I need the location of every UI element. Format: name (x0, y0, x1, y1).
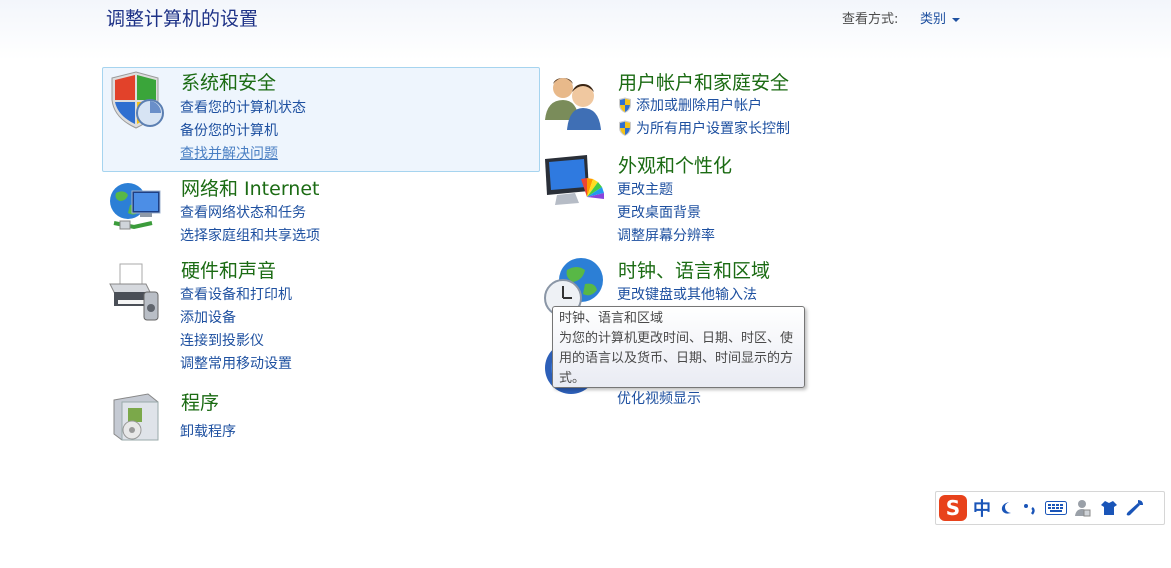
sogou-logo-icon[interactable]: S (936, 492, 970, 524)
category-title-network[interactable]: 网络和 Internet (181, 174, 319, 201)
link-optimize-visual-display[interactable]: 优化视频显示 (617, 388, 701, 408)
wrench-icon[interactable] (1122, 499, 1148, 517)
printer-icon (109, 263, 159, 321)
shield-icon (111, 71, 164, 129)
category-title-programs[interactable]: 程序 (181, 388, 219, 415)
link-parental-controls[interactable]: 为所有用户设置家长控制 (617, 118, 790, 138)
category-title-hardware[interactable]: 硬件和声音 (181, 256, 276, 283)
link-troubleshoot[interactable]: 查找并解决问题 (180, 143, 278, 163)
category-system-security[interactable] (102, 67, 540, 172)
view-by-dropdown[interactable]: 类别 (920, 8, 961, 27)
tooltip-title: 时钟、语言和区域 (559, 311, 664, 326)
link-view-computer-status[interactable]: 查看您的计算机状态 (180, 97, 306, 117)
link-change-keyboard-input[interactable]: 更改键盘或其他输入法 (617, 284, 757, 304)
tooltip-body: 为您的计算机更改时间、日期、时区、使用的语言以及货币、日期、时间显示的方式。 (559, 331, 794, 386)
ime-toolbar[interactable]: S 中 (935, 491, 1165, 525)
category-title-user-accounts[interactable]: 用户帐户和家庭安全 (618, 68, 789, 95)
uac-shield-icon (619, 120, 631, 136)
link-devices-printers[interactable]: 查看设备和打印机 (180, 284, 292, 304)
link-backup-computer[interactable]: 备份您的计算机 (180, 120, 278, 140)
uac-shield-icon (619, 97, 631, 113)
link-change-theme[interactable]: 更改主题 (617, 179, 673, 199)
view-by-value: 类别 (920, 12, 947, 27)
category-title-system-security[interactable]: 系统和安全 (181, 68, 276, 95)
link-adjust-resolution[interactable]: 调整屏幕分辨率 (617, 225, 715, 245)
page-title: 调整计算机的设置 (106, 8, 259, 30)
link-uninstall-program[interactable]: 卸载程序 (180, 421, 236, 441)
link-homegroup-sharing[interactable]: 选择家庭组和共享选项 (180, 225, 320, 245)
network-globe-icon (110, 183, 161, 230)
tooltip: 时钟、语言和区域 为您的计算机更改时间、日期、时区、使用的语言以及货币、日期、时… (552, 306, 805, 388)
link-network-status[interactable]: 查看网络状态和任务 (180, 202, 306, 222)
link-mobility-settings[interactable]: 调整常用移动设置 (180, 353, 292, 373)
link-connect-projector[interactable]: 连接到投影仪 (180, 330, 264, 350)
category-title-appearance[interactable]: 外观和个性化 (618, 151, 732, 178)
link-add-remove-accounts[interactable]: 添加或删除用户帐户 (617, 95, 762, 115)
link-label: 添加或删除用户帐户 (636, 98, 762, 114)
punctuation-icon[interactable] (1018, 500, 1042, 516)
category-title-clock-language-region[interactable]: 时钟、语言和区域 (618, 256, 770, 283)
chevron-down-icon (952, 17, 961, 22)
skin-icon[interactable] (1096, 500, 1122, 516)
users-icon (545, 78, 601, 130)
link-change-desktop-background[interactable]: 更改桌面背景 (617, 202, 701, 222)
link-add-device[interactable]: 添加设备 (180, 307, 236, 327)
moon-icon[interactable] (994, 500, 1018, 516)
chinese-mode-icon[interactable]: 中 (970, 495, 994, 521)
view-by-label: 查看方式: (842, 12, 899, 27)
programs-box-icon (113, 393, 159, 441)
sogou-logo: S (939, 495, 967, 521)
user-icon[interactable] (1070, 499, 1096, 517)
monitor-palette-icon (545, 155, 604, 205)
keyboard-icon[interactable] (1042, 501, 1070, 515)
link-label: 为所有用户设置家长控制 (636, 121, 790, 137)
